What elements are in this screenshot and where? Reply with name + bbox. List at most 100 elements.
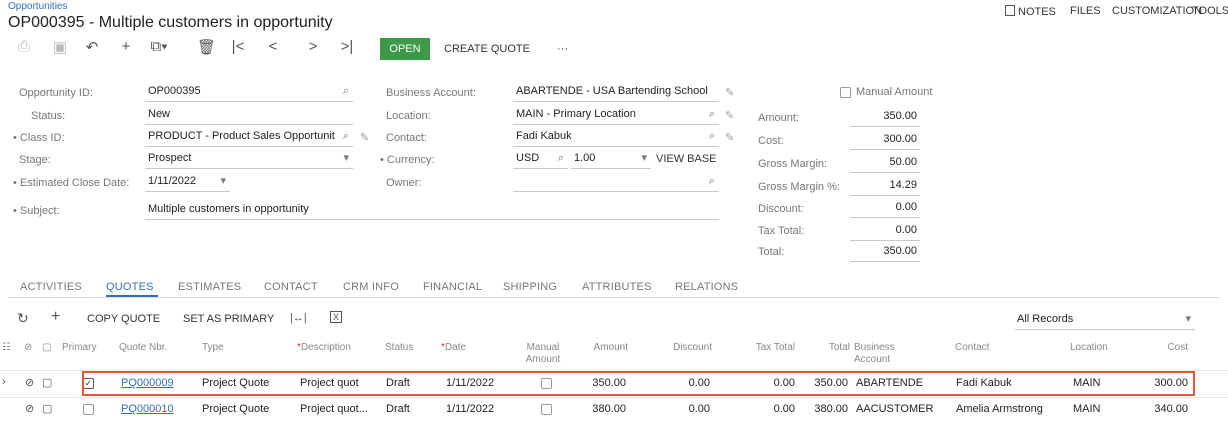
copy-quote-button[interactable]: COPY QUOTE (87, 313, 160, 325)
col-cost[interactable]: Cost (1150, 342, 1188, 354)
col-date[interactable]: *Date (441, 342, 466, 354)
refresh-icon[interactable]: ↻ (17, 310, 29, 327)
currency-rate-field[interactable]: 1.00 ▾ (571, 149, 651, 169)
notes-button[interactable]: NOTES (1005, 5, 1056, 18)
note-icon[interactable]: ▢ (42, 402, 52, 415)
notes-label: NOTES (1018, 6, 1056, 18)
col-tax-total[interactable]: Tax Total (745, 342, 795, 354)
quote-date: 1/11/2022 (446, 403, 495, 415)
status-field[interactable]: New (145, 105, 353, 125)
next-record-icon[interactable]: > (304, 38, 322, 55)
breadcrumb[interactable]: Opportunities (8, 1, 67, 12)
col-business-account[interactable]: Business Account (854, 342, 895, 366)
tabs-divider (8, 297, 1220, 298)
chevron-down-icon: ▾ (1185, 313, 1191, 325)
tools-button[interactable]: TOOLS (1192, 5, 1228, 17)
contact-field[interactable]: Fadi Kabuk ⌕ (513, 127, 719, 147)
save-icon[interactable]: ▣ (51, 38, 69, 56)
copy-paste-icon[interactable]: ⧉▾ (150, 38, 168, 55)
col-location[interactable]: Location (1070, 342, 1108, 354)
create-quote-button[interactable]: CREATE QUOTE (444, 43, 530, 55)
view-base-button[interactable]: VIEW BASE (656, 153, 717, 165)
search-icon[interactable]: ⌕ (343, 127, 349, 146)
add-icon[interactable]: + (117, 38, 135, 55)
row-divider (0, 397, 1228, 398)
gross-margin-pct-label: Gross Margin %: (758, 181, 840, 193)
set-as-primary-button[interactable]: SET AS PRIMARY (183, 313, 274, 325)
col-primary[interactable]: Primary (62, 342, 96, 354)
tab-financial[interactable]: FINANCIAL (423, 281, 482, 293)
quote-nbr-link[interactable]: PQ000010 (121, 403, 174, 415)
attachment-header-icon: ⊘ (24, 342, 33, 353)
quote-total: 380.00 (814, 403, 848, 415)
records-filter-select[interactable]: All Records ▾ (1015, 310, 1195, 330)
col-contact[interactable]: Contact (955, 342, 989, 354)
delete-icon[interactable]: 🗑 (197, 38, 216, 56)
open-button[interactable]: OPEN (380, 38, 430, 60)
undo-icon[interactable]: ↶ (83, 38, 101, 56)
primary-checkbox[interactable] (83, 404, 94, 415)
edit-location-icon[interactable]: ✎ (725, 109, 734, 122)
notes-icon (1005, 5, 1015, 16)
export-excel-icon[interactable]: X (330, 311, 342, 323)
files-button[interactable]: FILES (1070, 5, 1101, 17)
col-quote-nbr[interactable]: Quote Nbr. (119, 342, 167, 354)
tab-estimates[interactable]: ESTIMATES (178, 281, 241, 293)
owner-field[interactable]: ⌕ (513, 172, 719, 192)
col-amount[interactable]: Amount (580, 342, 628, 354)
col-type[interactable]: Type (202, 342, 224, 354)
previous-record-icon[interactable]: < (264, 38, 282, 55)
last-record-icon[interactable]: >| (338, 38, 356, 55)
tab-crm-info[interactable]: CRM INFO (343, 281, 399, 293)
currency-field[interactable]: USD ⌕ (513, 149, 568, 169)
business-account-field[interactable]: ABARTENDE - USA Bartending School (513, 82, 719, 102)
quote-status: Draft (386, 403, 410, 415)
location-field[interactable]: MAIN - Primary Location ⌕ (513, 105, 719, 125)
tab-attributes[interactable]: ATTRIBUTES (582, 281, 652, 293)
search-icon[interactable]: ⌕ (709, 127, 715, 146)
gross-margin-field: 50.00 (850, 153, 920, 173)
col-total[interactable]: Total (810, 342, 850, 354)
more-actions-button[interactable]: ··· (557, 43, 568, 55)
attachment-icon[interactable]: ⊘ (25, 402, 34, 415)
opportunity-id-field[interactable]: OP000395 ⌕ (145, 82, 353, 102)
tab-quotes[interactable]: QUOTES (106, 281, 154, 293)
edit-business-account-icon[interactable]: ✎ (725, 86, 734, 99)
manual-amount-checkbox[interactable] (541, 404, 552, 415)
close-date-field[interactable]: 1/11/2022 ▾ (145, 172, 230, 192)
class-id-field[interactable]: PRODUCT - Product Sales Opportunit ⌕ (145, 127, 353, 147)
total-label: Total: (758, 246, 785, 258)
row-settings-icon[interactable]: ☷ (2, 342, 11, 354)
tab-activities[interactable]: ACTIVITIES (20, 281, 82, 293)
notes-header-icon: ▢ (42, 342, 52, 353)
first-record-icon[interactable]: |< (229, 38, 247, 55)
attachment-icon[interactable]: ⊘ (25, 376, 34, 389)
add-row-icon[interactable]: + (51, 308, 60, 326)
stage-select[interactable]: Prospect ▾ (145, 149, 353, 169)
subject-field[interactable]: Multiple customers in opportunity (145, 200, 719, 220)
manual-amount-checkbox[interactable] (840, 87, 851, 98)
note-icon[interactable]: ▢ (42, 376, 52, 389)
tab-shipping[interactable]: SHIPPING (503, 281, 557, 293)
search-icon[interactable]: ⌕ (709, 172, 715, 191)
col-description[interactable]: *Description (297, 342, 351, 354)
customization-button[interactable]: CUSTOMIZATION (1112, 5, 1202, 17)
business-account-label: Business Account: (386, 87, 476, 99)
tax-total-field: 0.00 (850, 221, 920, 241)
col-status[interactable]: Status (385, 342, 413, 354)
edit-contact-icon[interactable]: ✎ (725, 131, 734, 144)
row-expand-icon[interactable]: › (2, 376, 6, 388)
tab-relations[interactable]: RELATIONS (675, 281, 738, 293)
tab-contact[interactable]: CONTACT (264, 281, 318, 293)
fit-columns-icon[interactable]: |↔| (290, 312, 307, 324)
save-close-icon[interactable]: ⎙ (15, 38, 33, 55)
quote-contact: Amelia Armstrong (956, 403, 1043, 415)
search-icon[interactable]: ⌕ (343, 82, 349, 101)
chevron-down-icon: ▾ (641, 152, 647, 164)
owner-label: Owner: (386, 177, 422, 189)
col-manual-amount[interactable]: Manual Amount (518, 342, 568, 366)
search-icon[interactable]: ⌕ (558, 149, 564, 168)
search-icon[interactable]: ⌕ (709, 105, 715, 124)
edit-class-icon[interactable]: ✎ (360, 131, 369, 144)
col-discount[interactable]: Discount (660, 342, 712, 354)
